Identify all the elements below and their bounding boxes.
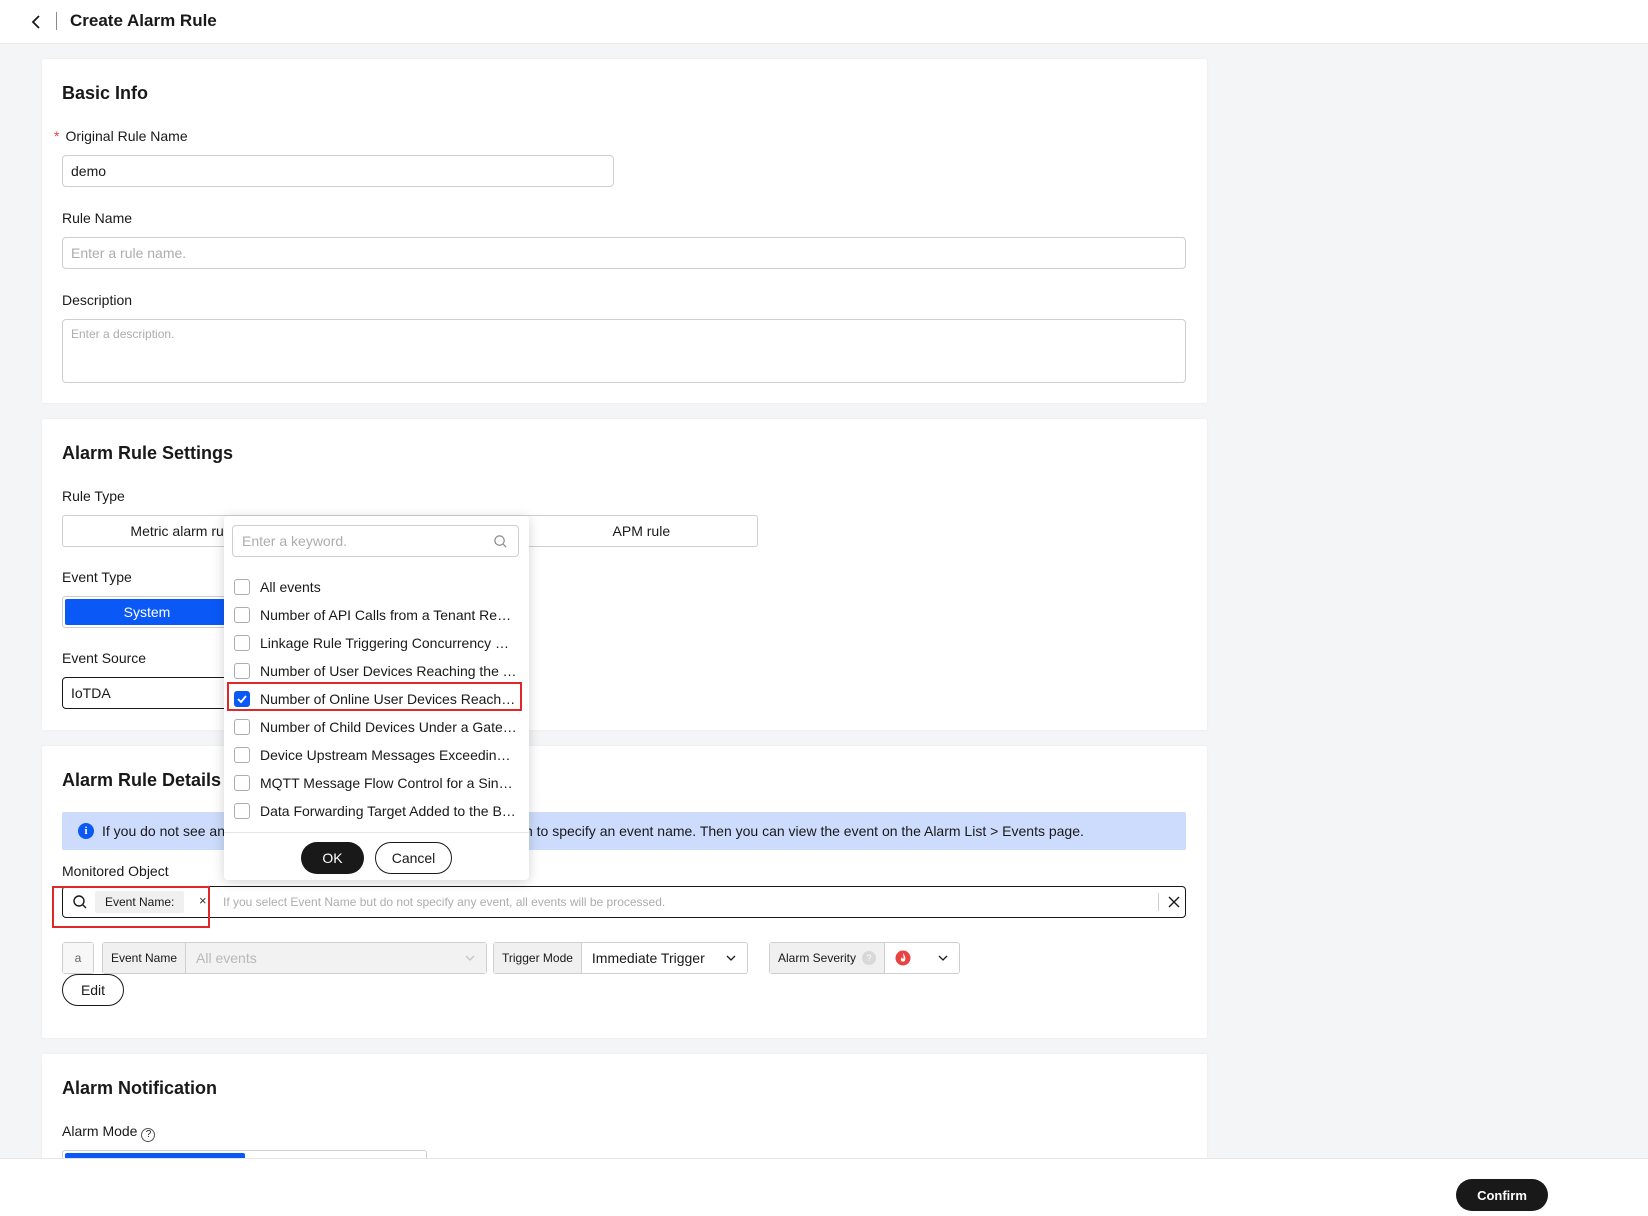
option-label: Number of API Calls from a Tenant Reachi… xyxy=(260,607,518,623)
event-source-select[interactable]: IoTDA xyxy=(62,677,232,709)
edit-button[interactable]: Edit xyxy=(62,974,124,1006)
select-value: IoTDA xyxy=(71,685,111,701)
event-option[interactable]: Number of API Calls from a Tenant Reachi… xyxy=(234,605,518,625)
rule-type-label: Rule Type xyxy=(62,488,125,504)
search-placeholder: If you select Event Name but do not spec… xyxy=(223,895,666,909)
search-placeholder: Enter a keyword. xyxy=(242,533,348,549)
alarm-rule-settings-card: Alarm Rule Settings Rule Type Metric ala… xyxy=(42,419,1207,730)
checkbox-icon[interactable] xyxy=(234,635,250,651)
checkbox-icon[interactable] xyxy=(234,775,250,791)
top-bar: Create Alarm Rule xyxy=(0,0,1648,44)
help-icon[interactable]: ? xyxy=(141,1127,156,1142)
original-rule-name-label: * Original Rule Name xyxy=(54,128,188,144)
event-type-label: Event Type xyxy=(62,569,132,585)
description-label: Description xyxy=(62,292,133,308)
option-label: All events xyxy=(260,579,321,595)
footer-bar: Confirm xyxy=(0,1158,1648,1216)
select-value: All events xyxy=(196,950,257,966)
checkbox-icon[interactable] xyxy=(234,579,250,595)
checkbox-icon[interactable] xyxy=(234,663,250,679)
checkbox-icon[interactable] xyxy=(234,747,250,763)
chevron-down-icon xyxy=(726,955,736,961)
event-option[interactable]: Number of User Devices Reaching the Thre… xyxy=(234,661,518,681)
basic-info-card: Basic Info * Original Rule Name demo Rule… xyxy=(42,59,1207,403)
event-option[interactable]: Linkage Rule Triggering Concurrency Reac… xyxy=(234,633,518,653)
info-text-right: n to specify an event name. Then you can… xyxy=(524,823,1084,839)
section-title: Alarm Rule Details xyxy=(62,770,222,790)
dropdown-divider xyxy=(224,832,529,833)
rule-type-apm[interactable]: APM rule xyxy=(526,516,757,546)
title-divider xyxy=(56,12,57,30)
trigger-mode-label: Trigger Mode xyxy=(494,943,582,973)
search-icon xyxy=(494,535,507,548)
label-text: Alarm Severity xyxy=(778,951,857,965)
help-icon[interactable]: ? xyxy=(862,951,877,965)
event-option[interactable]: Device Upstream Messages Exceeding the T… xyxy=(234,745,518,765)
rule-name-label: Rule Name xyxy=(62,210,133,226)
keyword-search-input[interactable]: Enter a keyword. xyxy=(232,525,519,557)
condition-event-name: Event Name All events xyxy=(102,942,487,974)
search-divider xyxy=(1158,893,1159,911)
monitored-object-search[interactable]: Event Name: × If you select Event Name b… xyxy=(62,886,1186,918)
input-value: demo xyxy=(71,163,107,179)
rule-name-input[interactable]: Enter a rule name. xyxy=(62,237,1186,269)
event-source-label: Event Source xyxy=(62,650,147,666)
selected-option-highlight xyxy=(227,682,522,711)
textarea-placeholder: Enter a description. xyxy=(71,327,175,341)
label-text: Alarm Mode xyxy=(62,1123,138,1139)
event-type-system[interactable]: System xyxy=(65,599,229,625)
index-text: a xyxy=(63,943,93,973)
event-name-tag-highlight xyxy=(52,886,210,928)
option-label: Number of Child Devices Under a Gateway … xyxy=(260,719,518,735)
alarm-severity-select[interactable] xyxy=(885,943,959,973)
select-value: Immediate Trigger xyxy=(591,950,705,966)
alarm-severity-label: Alarm Severity? xyxy=(770,943,886,973)
label-text: Original Rule Name xyxy=(65,128,188,144)
clear-icon[interactable] xyxy=(1167,895,1181,909)
checkbox-icon[interactable] xyxy=(234,803,250,819)
event-name-dropdown: Enter a keyword. All events Number of API… xyxy=(224,516,529,880)
info-text-left: If you do not see an xyxy=(102,823,225,839)
checkbox-icon[interactable] xyxy=(234,607,250,623)
back-arrow-icon[interactable] xyxy=(26,11,48,33)
chevron-down-icon xyxy=(465,955,475,961)
section-title: Alarm Rule Settings xyxy=(62,443,234,463)
trigger-mode-select[interactable]: Immediate Trigger xyxy=(582,943,747,973)
alarm-rule-details-card: Alarm Rule Details i If you do not see a… xyxy=(42,746,1207,1038)
description-textarea[interactable]: Enter a description. xyxy=(62,319,1186,383)
critical-severity-icon xyxy=(895,950,911,966)
alarm-mode-label: Alarm Mode? xyxy=(62,1123,156,1142)
info-icon: i xyxy=(78,823,94,839)
option-label: MQTT Message Flow Control for a Single D… xyxy=(260,775,518,791)
event-option[interactable]: Number of Child Devices Under a Gateway … xyxy=(234,717,518,737)
required-mark: * xyxy=(54,128,60,144)
input-placeholder: Enter a rule name. xyxy=(71,245,187,261)
option-label: Number of User Devices Reaching the Thre… xyxy=(260,663,518,679)
section-title: Alarm Notification xyxy=(62,1078,218,1098)
chevron-down-icon xyxy=(938,955,948,961)
ok-button[interactable]: OK xyxy=(301,842,364,874)
event-option[interactable]: MQTT Message Flow Control for a Single D… xyxy=(234,773,518,793)
page-title: Create Alarm Rule xyxy=(70,11,217,30)
monitored-object-label: Monitored Object xyxy=(62,863,169,879)
event-name-field-label: Event Name xyxy=(103,943,187,973)
event-option[interactable]: Data Forwarding Target Added to the Bloc… xyxy=(234,801,518,821)
option-label: Data Forwarding Target Added to the Bloc… xyxy=(260,803,518,819)
original-rule-name-input[interactable]: demo xyxy=(62,155,614,187)
condition-alarm-severity: Alarm Severity? xyxy=(769,942,960,974)
event-type-selector: System xyxy=(62,596,232,628)
event-option[interactable]: All events xyxy=(234,577,518,597)
checkbox-icon[interactable] xyxy=(234,719,250,735)
condition-trigger-mode: Trigger Mode Immediate Trigger xyxy=(493,942,748,974)
cancel-button[interactable]: Cancel xyxy=(375,842,452,874)
section-title: Basic Info xyxy=(62,83,149,103)
condition-index: a xyxy=(62,942,94,974)
option-label: Device Upstream Messages Exceeding the T… xyxy=(260,747,518,763)
event-name-select[interactable]: All events xyxy=(186,943,486,973)
confirm-button[interactable]: Confirm xyxy=(1456,1179,1548,1211)
option-label: Linkage Rule Triggering Concurrency Reac… xyxy=(260,635,518,651)
